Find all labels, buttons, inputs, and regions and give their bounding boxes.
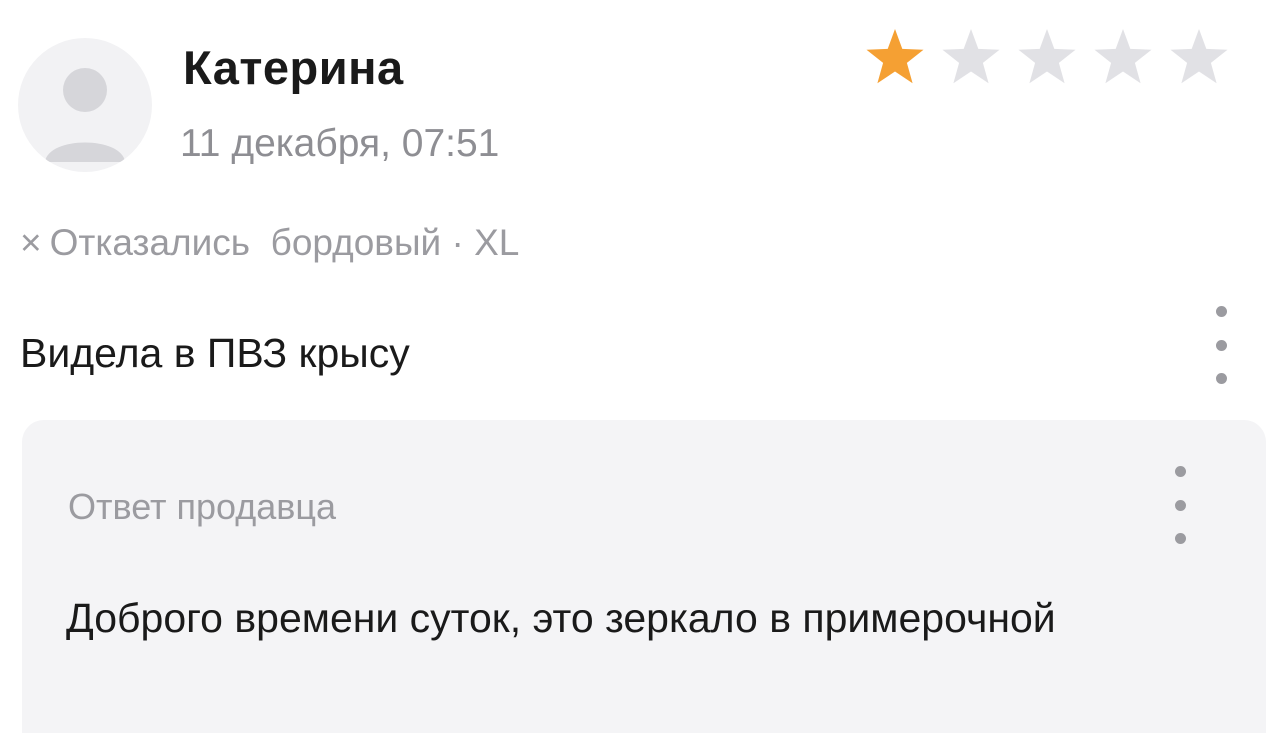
review-more-menu-button[interactable] <box>1201 300 1241 390</box>
close-icon: × <box>20 222 42 263</box>
user-avatar-icon <box>18 38 152 172</box>
reply-more-menu-button[interactable] <box>1160 460 1200 550</box>
seller-reply-text: Доброго времени суток, это зеркало в при… <box>66 595 1056 641</box>
review-card: Катерина 11 декабря, 07:51 × Отказались б… <box>0 0 1280 733</box>
seller-reply: Ответ продавца Доброго времени суток, эт… <box>22 420 1266 733</box>
more-dot <box>1174 499 1186 511</box>
order-variant: × Отказались бордовый · XL <box>20 222 519 264</box>
more-dot <box>1174 466 1186 477</box>
more-dot <box>1215 339 1227 351</box>
order-status: Отказались <box>49 222 251 263</box>
author-name: Катерина <box>183 41 404 94</box>
review-date: 11 декабря, 07:51 <box>180 122 500 165</box>
review-text: Видела в ПВЗ крысу <box>20 330 410 376</box>
seller-reply-title: Ответ продавца <box>68 486 337 527</box>
star-empty-icon <box>942 29 1000 84</box>
variant-color-size: бордовый · XL <box>270 222 520 263</box>
more-dot <box>1215 306 1227 317</box>
star-empty-icon <box>1170 29 1228 84</box>
more-dot <box>1174 533 1186 544</box>
star-filled-icon <box>866 29 924 84</box>
star-rating <box>862 24 1232 90</box>
more-dot <box>1215 373 1227 384</box>
star-empty-icon <box>1018 29 1076 84</box>
star-empty-icon <box>1094 29 1152 84</box>
